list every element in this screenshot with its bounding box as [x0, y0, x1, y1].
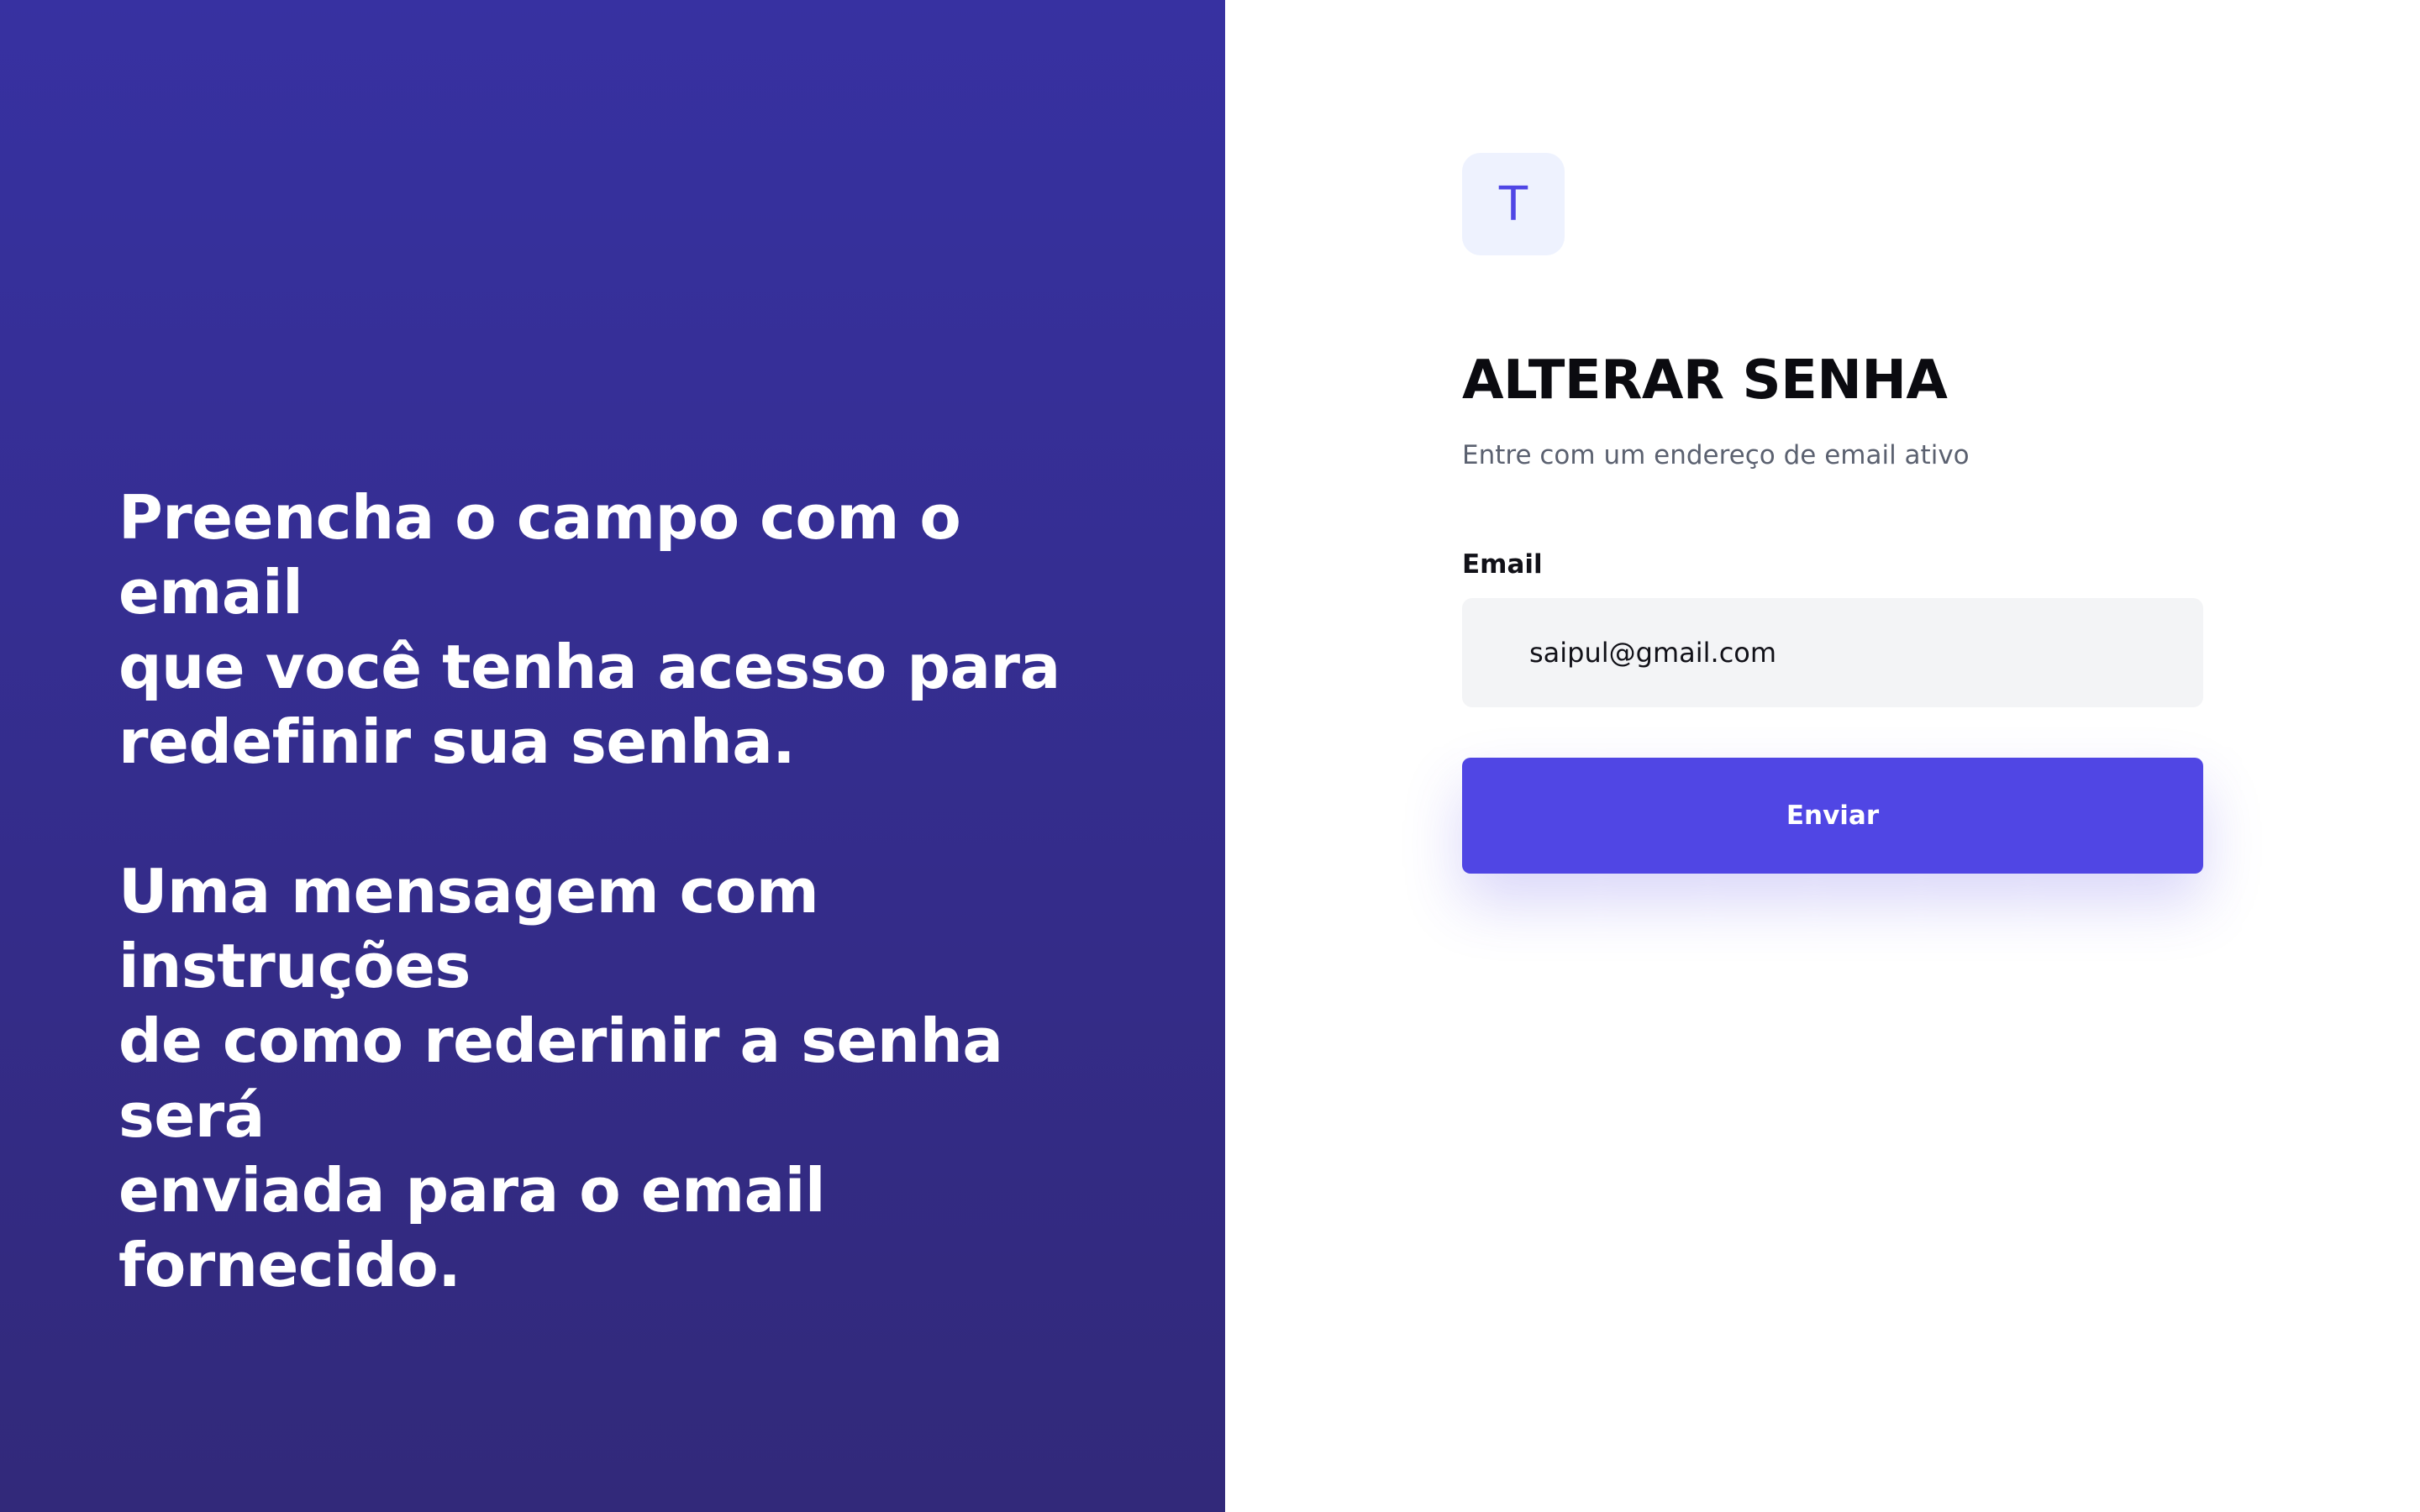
info-panel: Preencha o campo com o email que você te…: [0, 0, 1225, 1512]
form-panel: T ALTERAR SENHA Entre com um endereço de…: [1225, 0, 2420, 1512]
change-password-page: Preencha o campo com o email que você te…: [0, 0, 2420, 1512]
email-input[interactable]: [1462, 598, 2203, 707]
app-logo: T: [1462, 153, 1565, 255]
info-paragraph-instructions: Uma mensagem com instruções de como rede…: [118, 856, 1003, 1300]
email-label: Email: [1462, 549, 1543, 580]
info-text: Preencha o campo com o email que você te…: [118, 480, 1160, 1303]
page-title: ALTERAR SENHA: [1462, 349, 1948, 412]
page-subtitle: Entre com um endereço de email ativo: [1462, 440, 1970, 470]
submit-button[interactable]: Enviar: [1462, 758, 2203, 874]
info-paragraph-fill-email: Preencha o campo com o email que você te…: [118, 482, 1060, 777]
